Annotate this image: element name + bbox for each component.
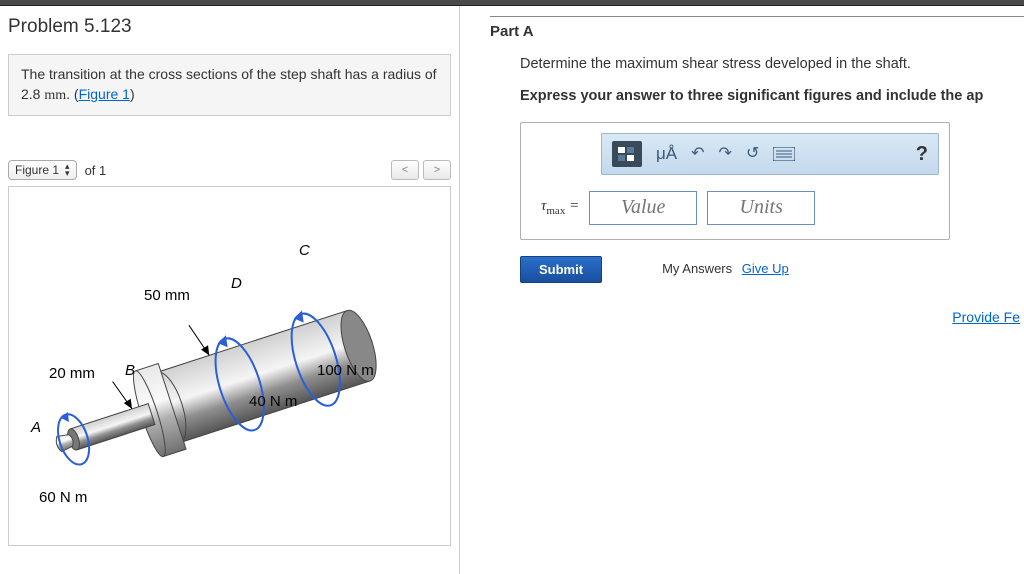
submit-button[interactable]: Submit [520, 256, 602, 283]
label-d-large: 50 mm [144, 287, 190, 304]
problem-text-2: . ( [66, 86, 78, 102]
figure-select-label: Figure 1 [15, 163, 59, 177]
equals-sign: = [565, 198, 579, 214]
part-prompt: Determine the maximum shear stress devel… [520, 54, 1024, 76]
provide-feedback-link[interactable]: Provide Fe [952, 309, 1020, 325]
problem-statement: The transition at the cross sections of … [8, 54, 451, 116]
problem-text-3: ) [130, 86, 135, 102]
undo-icon[interactable]: ↶ [691, 142, 704, 166]
label-A: A [31, 419, 41, 436]
answer-box: μÅ ↶ ↷ ↺ ? τmax = [520, 122, 950, 240]
part-divider [490, 16, 1024, 17]
provide-feedback: Provide Fe [520, 307, 1024, 330]
figure-area: C D 50 mm B 20 mm A 100 N m 40 N m 60 N … [8, 186, 451, 546]
part-instruction: Express your answer to three significant… [520, 86, 1024, 108]
label-torque-B: 40 N m [249, 393, 297, 410]
tau-sub: max [546, 205, 565, 217]
part-body: Determine the maximum shear stress devel… [490, 54, 1024, 329]
input-row: τmax = [521, 185, 949, 239]
label-torque-A: 60 N m [39, 489, 87, 506]
figure-next-button[interactable]: > [423, 160, 451, 180]
figure-link[interactable]: Figure 1 [79, 86, 130, 102]
keyboard-icon[interactable] [773, 147, 795, 161]
give-up-link[interactable]: Give Up [742, 261, 789, 276]
main-container: Problem 5.123 The transition at the cros… [0, 6, 1024, 574]
problem-title: Problem 5.123 [8, 16, 451, 38]
figure-nav-buttons: < > [391, 160, 451, 180]
figure-of-label: of 1 [85, 163, 107, 178]
figure-header: Figure 1 ▴▾ of 1 < > [8, 160, 451, 180]
label-B: B [125, 362, 135, 379]
part-title: Part A [490, 23, 1024, 40]
label-d-small: 20 mm [49, 365, 95, 382]
units-button[interactable]: μÅ [656, 141, 677, 167]
my-answers-label: My Answers [662, 261, 732, 276]
template-icon[interactable] [612, 141, 642, 167]
units-input[interactable] [707, 191, 815, 225]
label-D: D [231, 275, 242, 292]
help-button[interactable]: ? [916, 139, 928, 169]
submit-row: Submit My Answers Give Up [520, 256, 1024, 283]
variable-label: τmax = [541, 195, 579, 220]
label-torque-C: 100 N m [317, 362, 374, 379]
reset-icon[interactable]: ↺ [746, 142, 759, 166]
updown-icon: ▴▾ [65, 163, 70, 177]
figure-select[interactable]: Figure 1 ▴▾ [8, 160, 77, 180]
answer-links: My Answers Give Up [662, 259, 789, 279]
left-panel: Problem 5.123 The transition at the cros… [0, 6, 460, 574]
answer-toolbar: μÅ ↶ ↷ ↺ ? [601, 133, 939, 175]
problem-unit: mm [44, 88, 66, 103]
right-panel: Part A Determine the maximum shear stres… [460, 6, 1024, 574]
figure-prev-button[interactable]: < [391, 160, 419, 180]
label-C: C [299, 242, 310, 259]
value-input[interactable] [589, 191, 697, 225]
redo-icon[interactable]: ↷ [719, 142, 732, 166]
